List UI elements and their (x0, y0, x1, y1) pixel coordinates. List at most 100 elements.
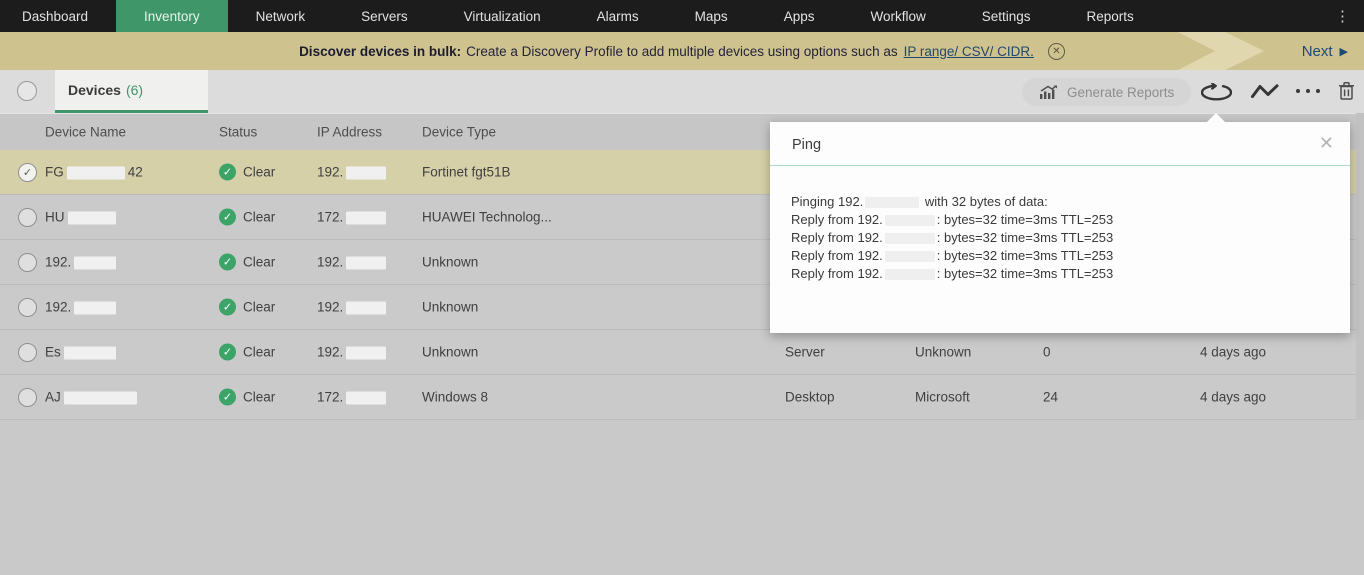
device-name-cell[interactable]: HU (45, 210, 119, 225)
trash-icon (1339, 82, 1354, 100)
ip-text: 192. (317, 164, 344, 180)
nav-item-inventory[interactable]: Inventory (116, 0, 228, 32)
device-type-cell: Unknown (422, 344, 479, 360)
select-all-checkbox[interactable] (17, 81, 37, 101)
row-checkbox[interactable] (18, 298, 37, 317)
nav-item-workflow[interactable]: Workflow (842, 0, 953, 32)
redacted-text (884, 215, 935, 227)
redacted-text (884, 269, 935, 281)
device-name-cell[interactable]: 192. (45, 255, 119, 270)
nav-item-reports[interactable]: Reports (1059, 0, 1162, 32)
kebab-menu-icon[interactable]: ⋮ (1321, 0, 1364, 32)
status-label: Clear (243, 299, 276, 315)
bar-chart-icon (1040, 84, 1057, 99)
ping-popup-header: Ping ✕ (770, 122, 1350, 166)
next-button[interactable]: Next ▶ (1302, 32, 1348, 70)
column-header-device-type[interactable]: Device Type (422, 125, 496, 140)
status-clear-icon: ✓ (219, 388, 236, 406)
next-arrow-icon: ▶ (1339, 45, 1348, 58)
status-cell: ✓ Clear (219, 208, 275, 226)
zigzag-line-icon (1251, 84, 1279, 98)
device-name-text: Es (45, 344, 61, 360)
device-name-cell[interactable]: AJ (45, 390, 140, 405)
column-header-ip-address[interactable]: IP Address (317, 125, 382, 140)
redacted-text (63, 346, 116, 360)
nav-item-virtualization[interactable]: Virtualization (436, 0, 569, 32)
redacted-text (346, 346, 387, 360)
category-cell: Desktop (785, 389, 835, 405)
column-header-status[interactable]: Status (219, 125, 257, 140)
ip-text: 192. (317, 254, 344, 270)
redacted-text (346, 166, 387, 180)
ping-line: Reply from 192.: bytes=32 time=3ms TTL=2… (791, 229, 1329, 247)
row-checkbox[interactable] (18, 343, 37, 362)
ping-line: Reply from 192.: bytes=32 time=3ms TTL=2… (791, 211, 1329, 229)
row-checkbox[interactable] (18, 208, 37, 227)
ip-address-cell: 192. (317, 255, 389, 270)
next-label: Next (1301, 42, 1333, 60)
status-cell: ✓ Clear (219, 388, 276, 406)
ping-text: Reply from 192. (791, 266, 883, 281)
ping-text: Reply from 192. (791, 248, 883, 263)
traceroute-button[interactable] (1250, 83, 1280, 105)
row-checkbox[interactable] (18, 388, 37, 407)
ping-line: Pinging 192. with 32 bytes of data: (791, 193, 1329, 211)
popup-close-icon[interactable]: ✕ (1319, 134, 1334, 152)
nav-item-servers[interactable]: Servers (333, 0, 436, 32)
device-type-cell: Fortinet fgt51B (422, 164, 511, 180)
top-nav: Dashboard Inventory Network Servers Virt… (0, 0, 1364, 32)
ip-address-cell: 192. (317, 300, 389, 315)
tab-devices-count: (6) (125, 82, 144, 98)
ping-text: : bytes=32 time=3ms TTL=253 (936, 212, 1114, 227)
device-type-cell: Windows 8 (422, 389, 489, 405)
ping-text: : bytes=32 time=3ms TTL=253 (936, 266, 1114, 281)
device-name-cell[interactable]: 192. (45, 300, 119, 315)
status-label: Clear (243, 389, 276, 405)
column-header-device-name[interactable]: Device Name (45, 125, 126, 140)
generate-reports-button[interactable]: Generate Reports (1022, 78, 1192, 106)
nav-item-alarms[interactable]: Alarms (569, 0, 667, 32)
vendor-cell: Unknown (915, 344, 972, 360)
ip-text: 172. (317, 389, 344, 405)
status-clear-icon: ✓ (219, 298, 236, 316)
chevron-watermark (1178, 32, 1264, 70)
discovery-banner: Discover devices in bulk: Create a Disco… (0, 32, 1364, 70)
ping-tool-button[interactable] (1200, 82, 1233, 107)
ping-popup: Ping ✕ Pinging 192. with 32 bytes of dat… (770, 113, 1350, 333)
nav-item-network[interactable]: Network (228, 0, 334, 32)
redacted-text (74, 256, 117, 270)
status-cell: ✓ Clear (219, 298, 276, 316)
generate-reports-label: Generate Reports (1067, 84, 1175, 100)
device-name-text: FG (45, 164, 64, 180)
table-row[interactable]: Es ✓ Clear 192. Unknown Server Unknown 0 … (0, 330, 1364, 375)
device-name-cell[interactable]: Es (45, 345, 119, 360)
tab-devices[interactable]: Devices (6) (55, 70, 208, 113)
vertical-scrollbar[interactable] (1356, 113, 1364, 420)
ip-text: 192. (317, 299, 344, 315)
tab-devices-label: Devices (68, 82, 121, 98)
row-checkbox[interactable] (18, 253, 37, 272)
row-checkbox-checked[interactable]: ✓ (18, 163, 37, 182)
ip-range-csv-cidr-link[interactable]: IP range/ CSV/ CIDR. (904, 44, 1034, 59)
device-name-text: AJ (45, 389, 61, 405)
table-row[interactable]: AJ ✓ Clear 172. Windows 8 Desktop Microso… (0, 375, 1364, 420)
nav-item-settings[interactable]: Settings (954, 0, 1059, 32)
redacted-text (865, 197, 920, 209)
nav-item-dashboard[interactable]: Dashboard (0, 0, 116, 32)
ping-text: with 32 bytes of data: (924, 194, 1048, 209)
device-name-text: 192. (45, 254, 72, 270)
device-name-cell[interactable]: FG 42 (45, 165, 143, 180)
nav-item-apps[interactable]: Apps (756, 0, 843, 32)
category-cell: Server (785, 344, 825, 360)
status-clear-icon: ✓ (219, 163, 236, 181)
redacted-text (346, 391, 387, 405)
delete-button[interactable] (1338, 81, 1355, 106)
more-actions-button[interactable] (1296, 89, 1320, 93)
status-cell: ✓ Clear (219, 253, 275, 271)
ping-text: : bytes=32 time=3ms TTL=253 (936, 230, 1114, 245)
banner-dismiss-icon[interactable]: ✕ (1047, 42, 1065, 60)
nav-item-maps[interactable]: Maps (667, 0, 756, 32)
last-seen-cell: 4 days ago (1200, 344, 1267, 360)
device-type-cell: Unknown (422, 254, 479, 270)
redacted-text (884, 251, 935, 263)
